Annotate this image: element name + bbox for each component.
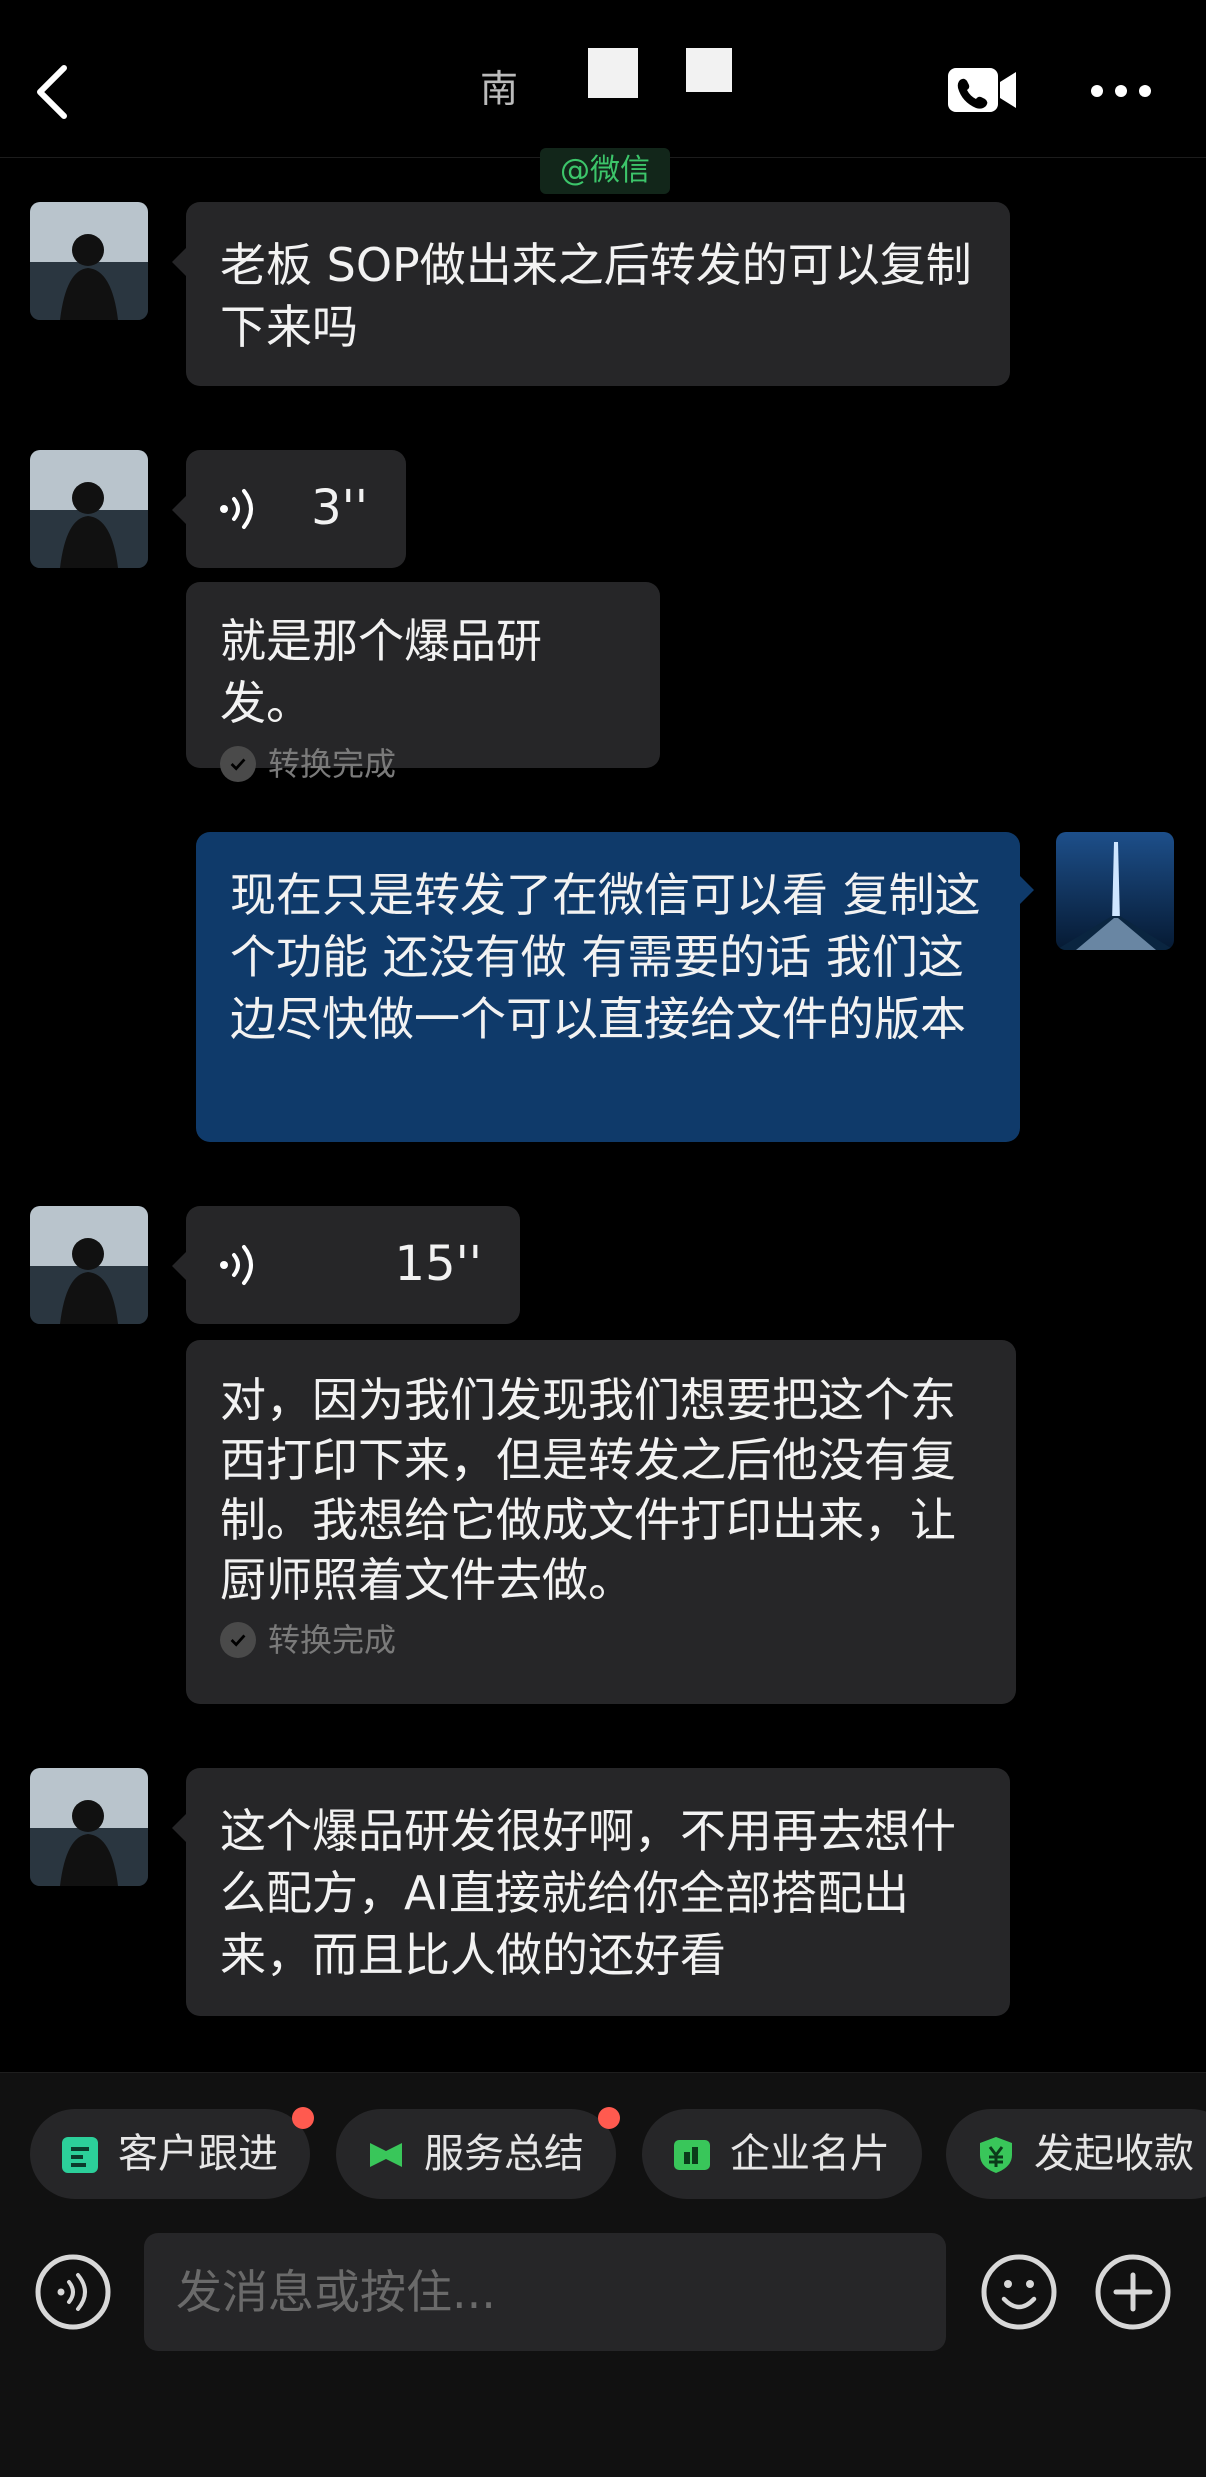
chat-footer: 客户跟进 服务总结 企业名片 发起收款 发消息或按住... (0, 2072, 1206, 2477)
redacted-title-block (686, 48, 732, 92)
message-bubble-outgoing[interactable]: 现在只是转发了在微信可以看 复制这个功能 还没有做 有需要的话 我们这边尽快做一… (196, 832, 1020, 1142)
notification-badge (598, 2107, 620, 2129)
avatar-image (30, 450, 148, 568)
message-input[interactable]: 发消息或按住... (144, 2233, 946, 2351)
contact-avatar[interactable] (30, 1768, 148, 1886)
converted-label: 转换完成 (268, 1621, 397, 1659)
contact-title: 南 @微信 (470, 48, 740, 194)
converted-status: 转换完成 (220, 744, 626, 784)
notification-badge (292, 2107, 314, 2129)
bubble-tail (172, 248, 186, 276)
contact-avatar[interactable] (30, 450, 148, 568)
quick-action-business-card[interactable]: 企业名片 (642, 2109, 922, 2199)
chat-header: 南 @微信 (0, 0, 1206, 194)
check-icon (220, 746, 256, 782)
voice-message[interactable]: 3'' (186, 450, 406, 568)
message-bubble[interactable]: 老板 SOP做出来之后转发的可以复制下来吗 (186, 202, 1010, 386)
service-summary-icon (370, 2143, 402, 2167)
bubble-tail (172, 496, 186, 524)
emoji-icon[interactable] (980, 2253, 1058, 2331)
quick-action-service-summary[interactable]: 服务总结 (336, 2107, 620, 2199)
transcript-text: 对，因为我们发现我们想要把这个东西打印下来，但是转发之后他没有复制。我想给它做成… (220, 1373, 956, 1607)
transcript-bubble[interactable]: 就是那个爆品研发。 转换完成 (186, 582, 660, 783)
voice-duration: 3'' (311, 480, 368, 536)
contact-avatar[interactable] (30, 1206, 148, 1324)
bubble-tail (1020, 876, 1034, 904)
converted-label: 转换完成 (268, 745, 397, 783)
voice-message[interactable]: 15'' (186, 1206, 520, 1324)
org-tag: @微信 (540, 148, 670, 194)
customer-follow-icon (62, 2137, 98, 2173)
avatar-image (30, 202, 148, 320)
message-bubble[interactable]: 这个爆品研发很好啊，不用再去想什么配方，AI直接就给你全部搭配出来，而且比人做的… (186, 1768, 1010, 2016)
quick-action-label: 服务总结 (424, 2131, 584, 2177)
voice-input-icon[interactable] (34, 2253, 112, 2331)
title-visible-char: 南 (480, 67, 519, 111)
my-avatar-image (1056, 832, 1174, 950)
transcript-text: 就是那个爆品研发。 (220, 614, 542, 730)
quick-action-payment[interactable]: 发起收款 (946, 2109, 1206, 2199)
business-card-icon (674, 2140, 710, 2170)
my-avatar[interactable] (1056, 832, 1174, 950)
avatar-image (30, 1768, 148, 1886)
quick-action-customer-follow[interactable]: 客户跟进 (30, 2107, 314, 2199)
check-icon (220, 1622, 256, 1658)
quick-action-label: 客户跟进 (118, 2131, 278, 2177)
contact-avatar[interactable] (30, 202, 148, 320)
back-chevron-icon[interactable] (24, 62, 84, 122)
quick-action-label: 发起收款 (1034, 2131, 1194, 2177)
bubble-tail (172, 1814, 186, 1842)
converted-status: 转换完成 (220, 1620, 982, 1660)
plus-icon[interactable] (1094, 2253, 1172, 2331)
bubble-tail (172, 1252, 186, 1280)
payment-icon (980, 2137, 1012, 2173)
voice-wave-icon (220, 1245, 253, 1285)
avatar-image (30, 1206, 148, 1324)
transcript-bubble[interactable]: 对，因为我们发现我们想要把这个东西打印下来，但是转发之后他没有复制。我想给它做成… (186, 1340, 1016, 1704)
voice-duration: 15'' (394, 1236, 482, 1292)
more-icon[interactable] (1090, 84, 1152, 98)
quick-action-label: 企业名片 (730, 2131, 890, 2177)
voice-wave-icon (220, 489, 253, 529)
redacted-title-block (588, 48, 638, 98)
video-call-icon[interactable] (946, 66, 1018, 114)
